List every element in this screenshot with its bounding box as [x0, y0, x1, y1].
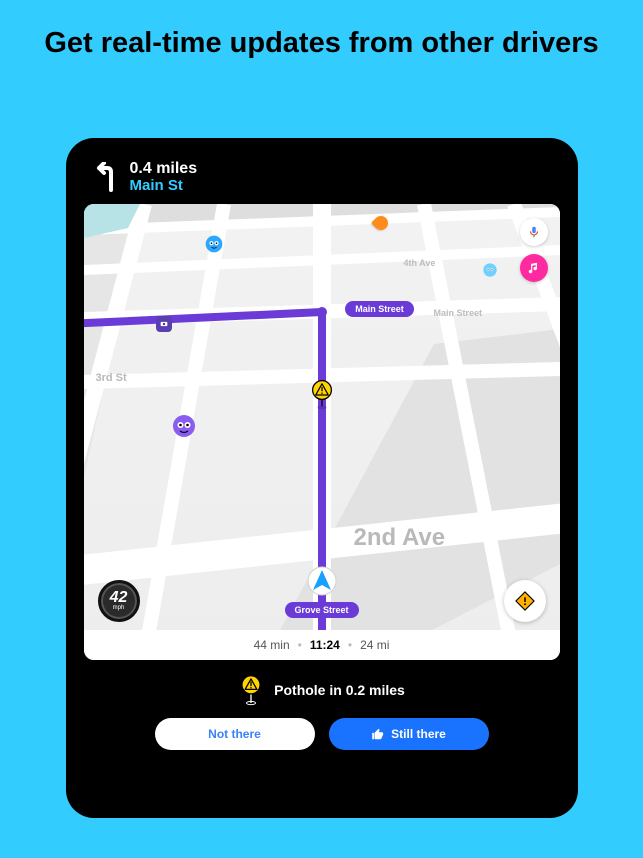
navigation-header: 0.4 miles Main St: [84, 158, 560, 204]
device-frame: 0.4 miles Main St: [66, 138, 578, 818]
eta-bar[interactable]: 44 min • 11:24 • 24 mi: [84, 630, 560, 660]
street-label-3rd-st: 3rd St: [96, 372, 127, 384]
wazer-avatar-icon[interactable]: [172, 414, 196, 438]
route-label-main: Main Street: [345, 301, 414, 317]
thumbs-up-icon: [371, 727, 385, 741]
nav-road-name: Main St: [130, 178, 198, 195]
street-label-main: Main Street: [434, 308, 483, 318]
alert-actions: Not there Still there: [84, 714, 560, 750]
still-there-label: Still there: [391, 727, 446, 741]
report-diamond-icon: [514, 590, 536, 612]
separator-dot: •: [298, 638, 302, 652]
eta-arrival-time: 11:24: [310, 638, 340, 652]
report-hazard-button[interactable]: [504, 580, 546, 622]
street-label-4th-ave: 4th Ave: [404, 258, 436, 268]
hazard-pin-icon[interactable]: [307, 380, 337, 410]
speed-unit: mph: [113, 605, 125, 611]
promo-headline: Get real-time updates from other drivers: [0, 0, 643, 79]
wazer-avatar-icon[interactable]: [482, 262, 498, 278]
map-viewport[interactable]: 2nd Ave 3rd St 4th Ave Main Street Main …: [84, 204, 560, 660]
voice-search-button[interactable]: [520, 218, 548, 246]
nav-distance: 0.4 miles: [130, 160, 198, 178]
current-location-arrow-icon: [307, 566, 337, 596]
turn-left-arrow-icon: [92, 162, 118, 192]
speed-value: 42: [110, 591, 128, 605]
music-note-icon: [527, 261, 541, 275]
route-label-grove: Grove Street: [284, 602, 358, 618]
eta-distance: 24 mi: [360, 638, 389, 652]
hazard-pin-icon: [238, 674, 264, 706]
speedometer-badge: 42 mph: [98, 580, 140, 622]
street-label-2nd-ave: 2nd Ave: [354, 524, 446, 552]
separator-dot: •: [348, 638, 352, 652]
music-button[interactable]: [520, 254, 548, 282]
eta-duration: 44 min: [254, 638, 290, 652]
hazard-alert-text: Pothole in 0.2 miles: [274, 682, 405, 698]
not-there-button[interactable]: Not there: [155, 718, 315, 750]
microphone-icon: [527, 225, 541, 239]
speed-camera-icon[interactable]: [156, 316, 172, 332]
hazard-alert: Pothole in 0.2 miles: [84, 660, 560, 714]
not-there-label: Not there: [208, 727, 261, 741]
still-there-button[interactable]: Still there: [329, 718, 489, 750]
wazer-avatar-icon[interactable]: [204, 234, 224, 254]
